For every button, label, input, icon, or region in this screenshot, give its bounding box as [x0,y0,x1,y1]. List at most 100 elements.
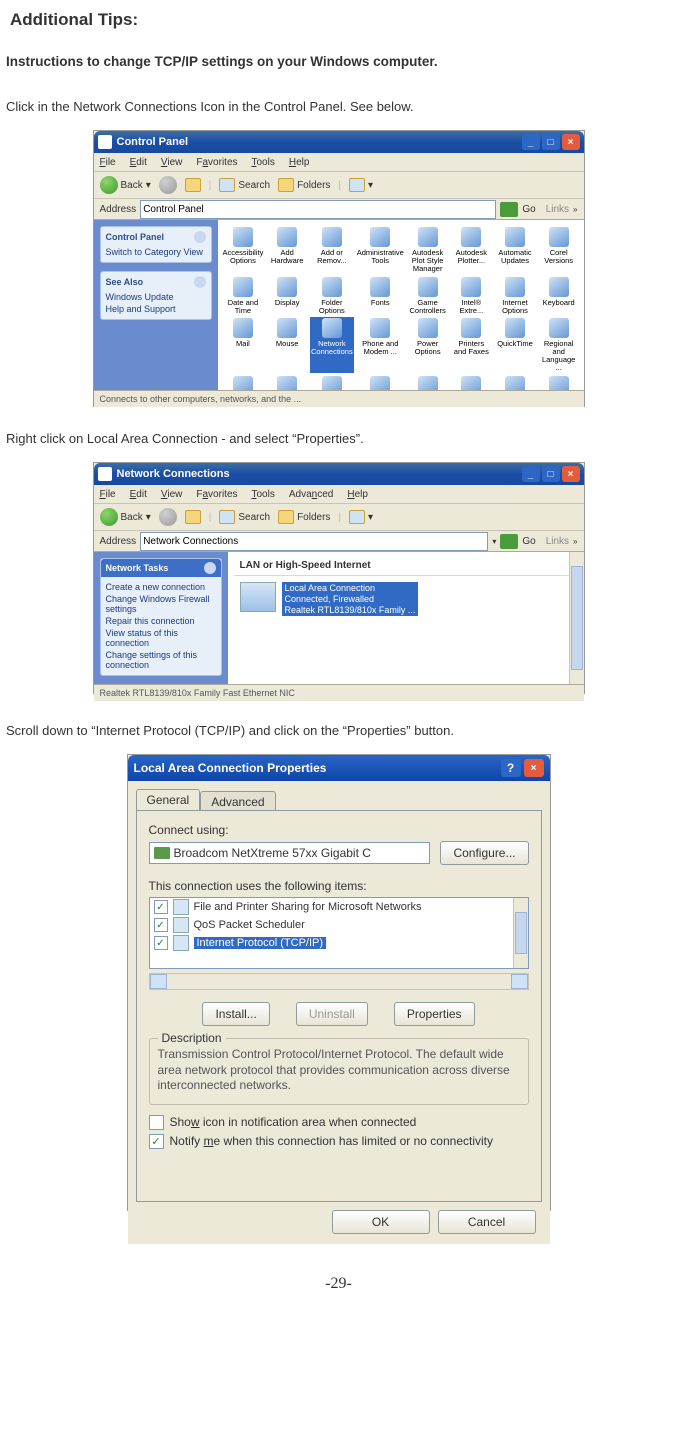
collapse-icon[interactable] [204,562,216,574]
task-link[interactable]: Create a new connection [106,581,216,593]
control-panel-icon[interactable]: Internet Options [494,276,536,316]
list-item[interactable]: File and Printer Sharing for Microsoft N… [194,901,422,913]
control-panel-icon[interactable]: Symantec LiveUpdate [494,375,536,390]
titlebar[interactable]: Control Panel _ □ × [94,131,584,153]
links-label[interactable]: Links [546,204,569,215]
control-panel-icon[interactable]: Network Connections [310,317,354,373]
scroll-right-icon[interactable] [511,974,528,989]
menu-edit[interactable]: Edit [130,157,147,168]
control-panel-icon[interactable]: Speech [450,375,492,390]
close-button[interactable]: × [562,466,580,482]
minimize-button[interactable]: _ [522,134,540,150]
menu-fav[interactable]: Favorites [196,157,237,168]
menu-fav[interactable]: Favorites [196,489,237,500]
control-panel-icon[interactable]: Keyboard [538,276,580,316]
control-panel-icon[interactable]: Corel Versions [538,226,580,274]
scroll-left-icon[interactable] [150,974,167,989]
control-panel-icon[interactable]: Display [266,276,308,316]
control-panel-icon[interactable]: Sounds and Audio Devices [407,375,449,390]
control-panel-icon[interactable]: Security Center [310,375,354,390]
switch-category-link[interactable]: Switch to Category View [106,246,206,258]
component-list[interactable]: ✓File and Printer Sharing for Microsoft … [149,897,529,969]
control-panel-icon[interactable]: Add Hardware [266,226,308,274]
menu-help[interactable]: Help [347,489,368,500]
menu-view[interactable]: View [161,157,183,168]
titlebar[interactable]: Network Connections _ □ × [94,463,584,485]
control-panel-icon[interactable]: System [538,375,580,390]
close-button[interactable]: × [562,134,580,150]
notify-checkbox[interactable]: ✓ [149,1134,164,1149]
control-panel-icon[interactable]: Fonts [356,276,405,316]
cancel-button[interactable]: Cancel [438,1210,536,1234]
menu-file[interactable]: File [100,157,116,168]
task-link[interactable]: Change Windows Firewall settings [106,593,216,615]
up-button[interactable] [185,510,201,524]
list-item[interactable]: QoS Packet Scheduler [194,919,305,931]
windows-update-link[interactable]: Windows Update [106,291,206,303]
address-input[interactable] [140,532,488,551]
control-panel-icon[interactable]: Administrative Tools [356,226,405,274]
control-panel-icon[interactable]: Scanners and Cameras [222,375,265,390]
h-scrollbar[interactable] [149,973,529,990]
back-button[interactable]: Back ▾ [100,176,151,194]
menu-edit[interactable]: Edit [130,489,147,500]
menu-tools[interactable]: Tools [252,157,275,168]
minimize-button[interactable]: _ [522,466,540,482]
control-panel-icon[interactable]: Phone and Modem ... [356,317,405,373]
control-panel-icon[interactable]: Power Options [407,317,449,373]
menu-help[interactable]: Help [289,157,310,168]
collapse-icon[interactable] [194,276,206,288]
menu-tools[interactable]: Tools [252,489,275,500]
scrollbar[interactable] [569,552,584,684]
configure-button[interactable]: Configure... [440,841,528,865]
folders-button[interactable]: Folders [278,178,330,192]
control-panel-icon[interactable]: Printers and Faxes [450,317,492,373]
install-button[interactable]: Install... [202,1002,269,1026]
scrollbar[interactable] [513,898,528,968]
back-button[interactable]: Back ▾ [100,508,151,526]
ok-button[interactable]: OK [332,1210,430,1234]
forward-button[interactable] [159,176,177,194]
tab-general[interactable]: General [136,789,201,810]
search-button[interactable]: Search [219,178,270,192]
control-panel-icon[interactable]: Folder Options [310,276,354,316]
control-panel-icon[interactable]: Mouse [266,317,308,373]
collapse-icon[interactable] [194,231,206,243]
help-support-link[interactable]: Help and Support [106,303,206,315]
views-button[interactable]: ▾ [349,510,373,524]
control-panel-icon[interactable]: QuickTime [494,317,536,373]
titlebar[interactable]: Local Area Connection Properties ? × [128,755,550,781]
task-link[interactable]: Repair this connection [106,615,216,627]
control-panel-icon[interactable]: Regional and Language ... [538,317,580,373]
control-panel-icon[interactable]: Add or Remov... [310,226,354,274]
properties-button[interactable]: Properties [394,1002,475,1026]
connection-item[interactable]: Local Area Connection Connected, Firewal… [240,582,572,616]
control-panel-icon[interactable]: Mail [222,317,265,373]
list-item-selected[interactable]: Internet Protocol (TCP/IP) [194,937,327,949]
control-panel-icon[interactable]: Sound Effect Manager [356,375,405,390]
views-button[interactable]: ▾ [349,178,373,192]
control-panel-icon[interactable]: Game Controllers [407,276,449,316]
menu-file[interactable]: File [100,489,116,500]
tab-advanced[interactable]: Advanced [200,791,275,812]
search-button[interactable]: Search [219,510,270,524]
control-panel-icon[interactable]: Date and Time [222,276,265,316]
control-panel-icon[interactable]: Accessibility Options [222,226,265,274]
control-panel-icon[interactable]: Autodesk Plot Style Manager [407,226,449,274]
show-icon-checkbox[interactable] [149,1115,164,1130]
task-link[interactable]: Change settings of this connection [106,649,216,671]
links-label[interactable]: Links [546,536,569,547]
help-button[interactable]: ? [501,759,521,777]
control-panel-icon[interactable]: Automatic Updates [494,226,536,274]
go-button[interactable] [500,534,518,549]
forward-button[interactable] [159,508,177,526]
control-panel-icon[interactable]: Autodesk Plotter... [450,226,492,274]
folders-button[interactable]: Folders [278,510,330,524]
control-panel-icon[interactable]: Intel® Extre... [450,276,492,316]
task-link[interactable]: View status of this connection [106,627,216,649]
go-button[interactable] [500,202,518,217]
address-input[interactable] [140,200,496,219]
maximize-button[interactable]: □ [542,466,560,482]
up-button[interactable] [185,178,201,192]
menu-view[interactable]: View [161,489,183,500]
